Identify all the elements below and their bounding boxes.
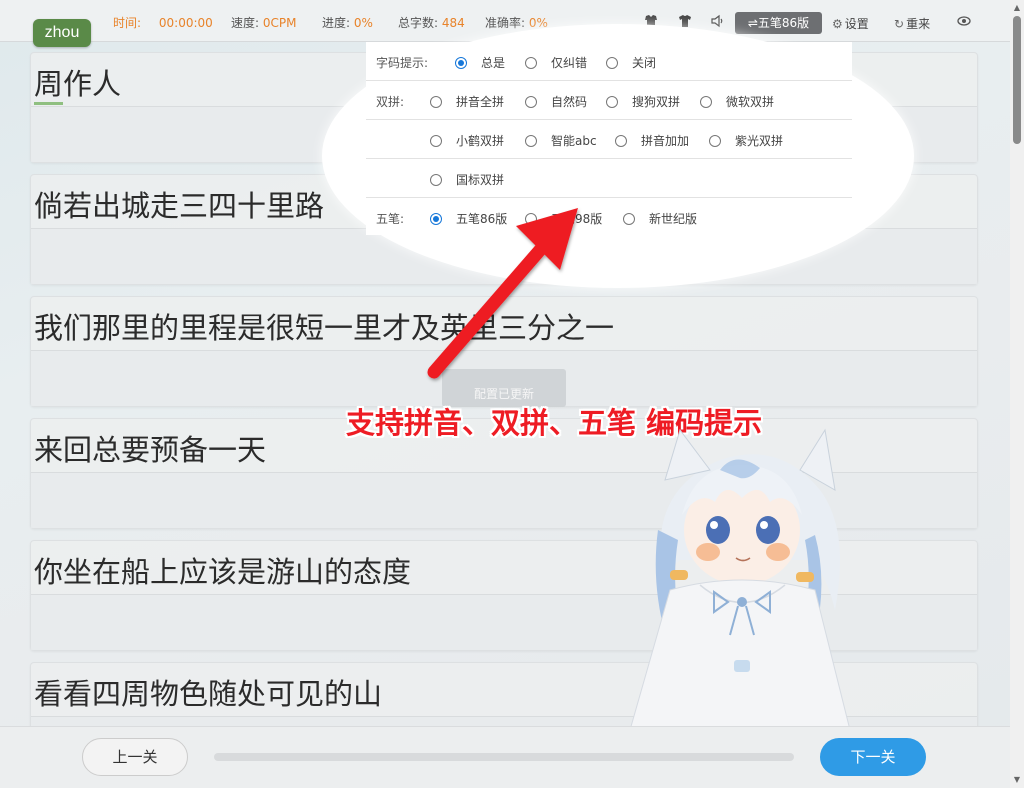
progress-value: 0% — [353, 16, 373, 30]
anime-mascot-illustration — [629, 428, 851, 730]
shuangpin-option[interactable]: 搜狗双拼 — [606, 93, 680, 110]
accuracy-label: 准确率: — [485, 16, 526, 30]
total-stat: 总字数: 484 — [398, 14, 465, 31]
restart-button[interactable]: ↻ 重来 — [894, 15, 930, 32]
time-stat: 时间: 00:00:00 — [113, 14, 213, 31]
shuangpin-option[interactable]: 小鹤双拼 — [430, 132, 504, 149]
radio[interactable] — [615, 135, 627, 147]
line-text: 倘若出城走三四十里路 — [34, 189, 325, 223]
speed-label: 速度: — [231, 16, 260, 30]
gear-icon: ⚙ — [832, 17, 843, 31]
option-label: 搜狗双拼 — [632, 95, 681, 109]
option-label: 小鹤双拼 — [456, 134, 505, 148]
next-level-button[interactable]: 下一关 — [820, 738, 926, 776]
option-label: 自然码 — [551, 95, 588, 109]
option-label: 拼音全拼 — [456, 95, 505, 109]
scrollbar-thumb[interactable] — [1013, 16, 1021, 144]
speed-value: 0CPM — [262, 16, 297, 30]
total-value: 484 — [441, 16, 465, 30]
theme-icon[interactable] — [956, 13, 972, 29]
time-value: 00:00:00 — [158, 16, 213, 30]
line-text: 来回总要预备一天 — [34, 433, 267, 467]
line-text: 周作人 — [34, 67, 122, 101]
option-label: 国标双拼 — [456, 173, 505, 187]
radio[interactable] — [430, 174, 442, 186]
shuangpin-row-2: 小鹤双拼 智能abc 拼音加加 紫光双拼 — [366, 120, 852, 159]
scroll-up-arrow-icon[interactable]: ▲ — [1012, 3, 1022, 13]
line-text: 你坐在船上应该是游山的态度 — [34, 555, 412, 589]
radio[interactable] — [623, 213, 635, 225]
option-label: 紫光双拼 — [735, 134, 784, 148]
option-label: 仅纠错 — [551, 56, 588, 70]
shuangpin-option[interactable]: 紫光双拼 — [709, 132, 783, 149]
shuangpin-option[interactable]: 国标双拼 — [430, 171, 504, 188]
radio[interactable] — [700, 96, 712, 108]
radio[interactable] — [709, 135, 721, 147]
volume-icon[interactable] — [710, 13, 726, 29]
speed-stat: 速度: 0CPM — [231, 14, 296, 31]
radio[interactable] — [525, 135, 537, 147]
option-label: 拼音加加 — [641, 134, 690, 148]
shuangpin-row-1: 双拼: 拼音全拼 自然码 搜狗双拼 微软双拼 — [366, 81, 852, 120]
option-label: 新世纪版 — [649, 212, 698, 226]
radio[interactable] — [525, 57, 537, 69]
progress-stat: 进度: 0% — [322, 14, 373, 31]
shuangpin-option[interactable]: 拼音全拼 — [430, 93, 504, 110]
radio[interactable] — [430, 96, 442, 108]
radio[interactable] — [606, 96, 618, 108]
hint-option-off[interactable]: 关闭 — [606, 54, 656, 71]
current-char-indicator — [34, 102, 63, 105]
user-avatar-badge[interactable]: zhou — [33, 19, 91, 47]
wubi-option-new-century[interactable]: 新世纪版 — [623, 210, 697, 227]
shuangpin-option[interactable]: 自然码 — [525, 93, 587, 110]
shuangpin-option[interactable]: 微软双拼 — [700, 93, 774, 110]
settings-button[interactable]: ⚙ 设置 — [832, 15, 869, 32]
progress-label: 进度: — [322, 16, 351, 30]
radio[interactable] — [430, 135, 442, 147]
shuangpin-option[interactable]: 拼音加加 — [615, 132, 689, 149]
radio[interactable] — [606, 57, 618, 69]
scroll-down-arrow-icon[interactable]: ▼ — [1012, 775, 1022, 785]
vertical-scrollbar[interactable]: ▲ ▼ — [1010, 0, 1024, 788]
input-mode-button[interactable]: ⇌五笔86版 — [735, 12, 822, 34]
line-text: 看看四周物色随处可见的山 — [34, 677, 383, 711]
option-label: 关闭 — [632, 56, 657, 70]
refresh-icon: ↻ — [894, 17, 905, 31]
total-label: 总字数: — [398, 16, 439, 30]
hint-label: 字码提示: — [376, 56, 429, 70]
restart-label: 重来 — [906, 17, 931, 31]
settings-label: 设置 — [844, 17, 869, 31]
red-arrow-annotation — [427, 208, 578, 379]
option-label: 微软双拼 — [726, 95, 775, 109]
radio-selected[interactable] — [455, 57, 467, 69]
shuangpin-label: 双拼: — [376, 95, 405, 109]
level-progress-bar — [214, 753, 794, 761]
time-label: 时间: — [113, 16, 142, 30]
hint-option-error-only[interactable]: 仅纠错 — [525, 54, 587, 71]
shuangpin-option[interactable]: 智能abc — [525, 132, 597, 149]
wubi-label: 五笔: — [376, 212, 405, 226]
bottom-navigation-bar: 上一关 下一关 — [0, 726, 1010, 788]
hint-row: 字码提示: 总是 仅纠错 关闭 — [366, 42, 852, 81]
previous-level-button[interactable]: 上一关 — [82, 738, 188, 776]
hint-option-always[interactable]: 总是 — [455, 54, 505, 71]
radio[interactable] — [525, 96, 537, 108]
option-label: 总是 — [481, 56, 506, 70]
option-label: 智能abc — [551, 134, 597, 148]
shuangpin-row-3: 国标双拼 — [366, 159, 852, 198]
